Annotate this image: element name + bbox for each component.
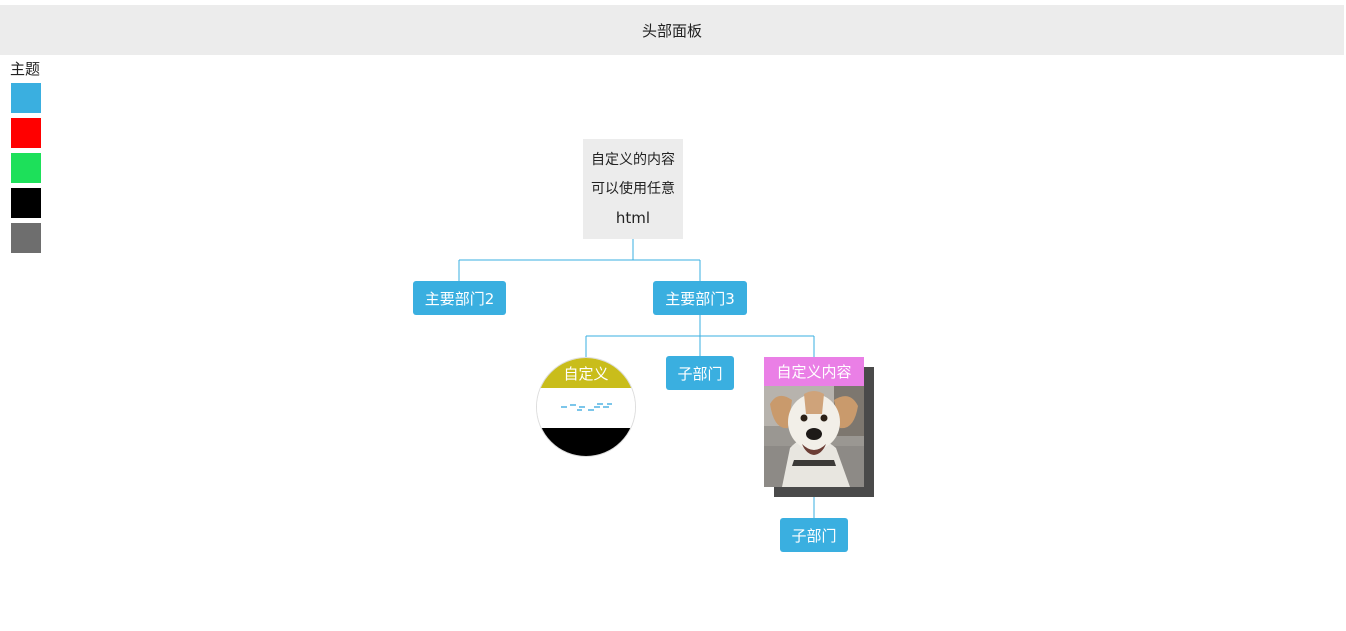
dog-photo-icon: [764, 386, 864, 487]
org-node-label: 主要部门3: [665, 289, 735, 308]
org-node-subdept[interactable]: 子部门: [666, 356, 734, 390]
root-line-1: 自定义的内容: [591, 151, 675, 168]
org-node-label: 主要部门2: [424, 289, 495, 308]
decorative-dashes-icon: [561, 403, 612, 411]
org-node-label: 子部门: [791, 526, 837, 545]
circle-node-footer: [537, 428, 635, 456]
org-node-custom-card[interactable]: 自定义内容: [764, 357, 864, 487]
card-title: 自定义内容: [764, 357, 864, 386]
org-node-dept2[interactable]: 主要部门2: [413, 281, 506, 315]
org-chart-connectors: [458, 239, 815, 518]
org-node-dept3[interactable]: 主要部门3: [653, 281, 747, 315]
card-title-label: 自定义内容: [776, 363, 852, 381]
root-line-3: html: [615, 208, 651, 227]
circle-node-label: 自定义: [563, 365, 609, 383]
circle-node-body: [537, 388, 635, 428]
root-line-2: 可以使用任意: [591, 180, 675, 197]
org-root-node[interactable]: 自定义的内容 可以使用任意 html: [583, 139, 683, 239]
org-node-label: 子部门: [677, 364, 723, 383]
org-node-custom-circle[interactable]: 自定义: [536, 357, 636, 457]
org-node-subdept-child[interactable]: 子部门: [780, 518, 848, 552]
circle-node-header: 自定义: [537, 358, 635, 388]
